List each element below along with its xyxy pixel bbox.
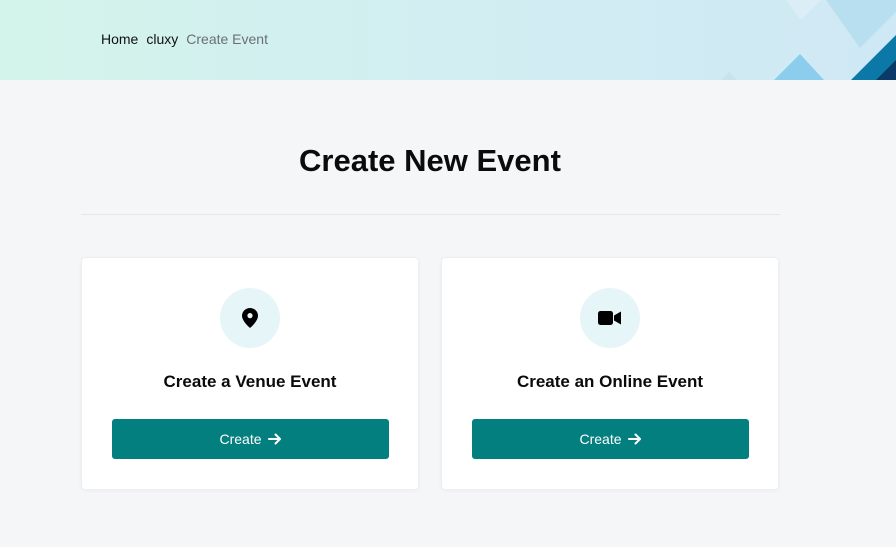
title-divider — [81, 214, 780, 215]
breadcrumb-cluxy-link[interactable]: cluxy — [146, 31, 178, 47]
breadcrumb-home-link[interactable]: Home — [101, 31, 138, 47]
arrow-right-icon — [627, 433, 642, 445]
create-venue-event-button[interactable]: Create — [112, 419, 389, 459]
create-online-event-button[interactable]: Create — [472, 419, 749, 459]
page-title: Create New Event — [299, 143, 561, 178]
page-header-banner: Home cluxy Create Event — [0, 0, 896, 80]
breadcrumb-current: Create Event — [186, 31, 268, 47]
breadcrumb: Home cluxy Create Event — [101, 31, 268, 47]
venue-event-title: Create a Venue Event — [163, 372, 337, 391]
video-camera-icon — [580, 288, 640, 348]
create-button-label: Create — [579, 431, 622, 447]
banner-decoration — [721, 0, 896, 80]
create-button-label: Create — [219, 431, 262, 447]
online-event-card: Create an Online Event Create — [441, 257, 779, 490]
map-pin-icon — [220, 288, 280, 348]
venue-event-card: Create a Venue Event Create — [81, 257, 419, 490]
online-event-title: Create an Online Event — [516, 372, 704, 391]
arrow-right-icon — [267, 433, 282, 445]
